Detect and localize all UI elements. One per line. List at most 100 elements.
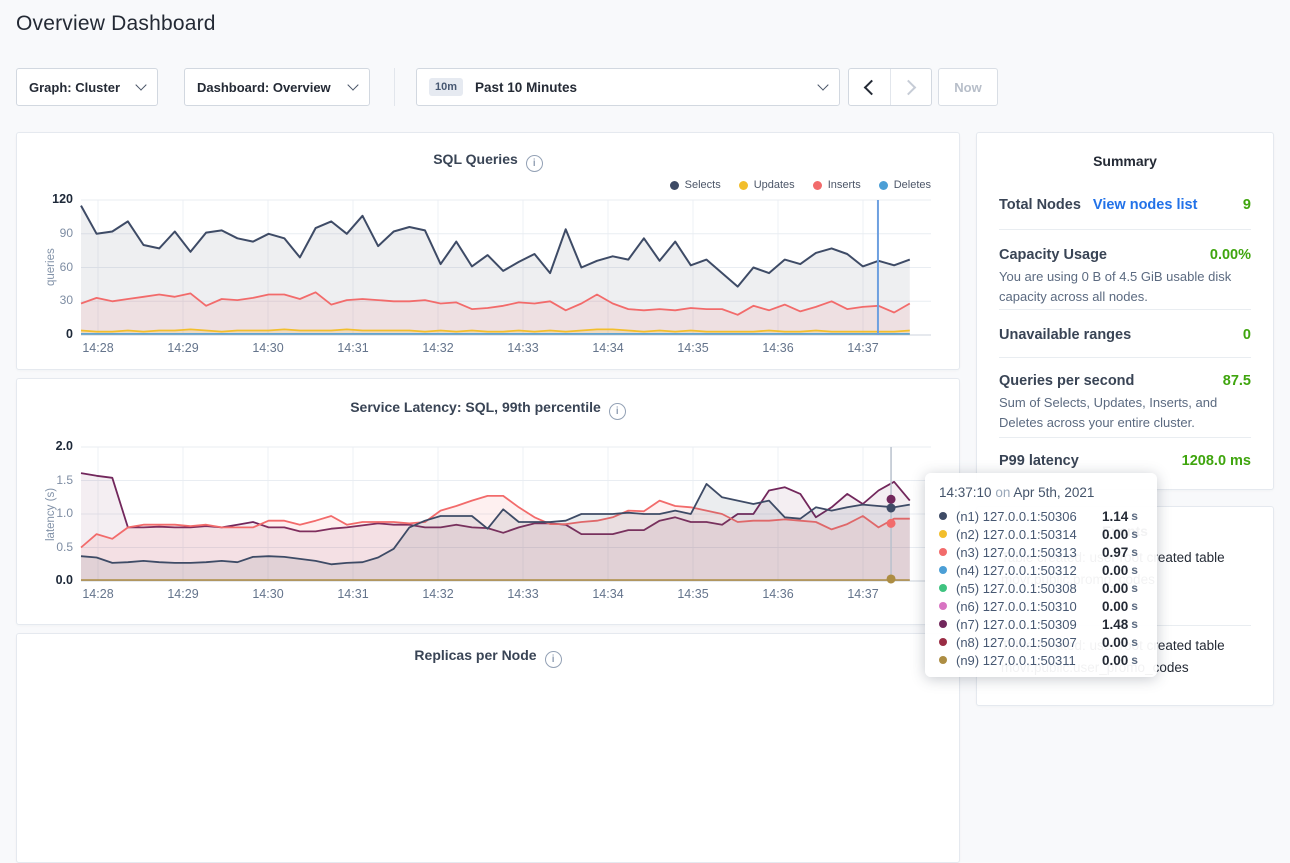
x-axis-tick: 14:37 <box>839 587 887 601</box>
time-pager <box>848 68 932 106</box>
tooltip-row: (n3) 127.0.0.1:503130.97s <box>939 543 1143 561</box>
x-axis-tick: 14:28 <box>74 341 122 355</box>
sql-queries-plot[interactable]: 030609012014:2814:2914:3014:3114:3214:33… <box>81 200 931 335</box>
legend-item-deletes[interactable]: Deletes <box>879 179 931 191</box>
now-button[interactable]: Now <box>938 68 998 106</box>
chevron-down-icon <box>347 79 358 90</box>
x-axis-tick: 14:35 <box>669 587 717 601</box>
x-axis-tick: 14:33 <box>499 587 547 601</box>
summary-row-p99: P99 latency 1208.0 ms <box>999 453 1251 469</box>
time-range-dropdown[interactable]: 10m Past 10 Minutes <box>416 68 840 106</box>
x-axis-tick: 14:31 <box>329 587 377 601</box>
chevron-down-icon <box>135 79 146 90</box>
page-title: Overview Dashboard <box>16 12 216 36</box>
chevron-right-icon <box>901 79 917 95</box>
service-latency-card: Service Latency: SQL, 99th percentile la… <box>16 378 960 625</box>
tooltip-date: Apr 5th, 2021 <box>1013 485 1094 500</box>
info-icon[interactable] <box>545 651 562 668</box>
tooltip-unit: s <box>1131 509 1138 523</box>
tooltip-node-label: (n4) 127.0.0.1:50312 <box>956 563 1102 578</box>
toolbar-divider <box>394 68 395 106</box>
tooltip-node-label: (n7) 127.0.0.1:50309 <box>956 617 1102 632</box>
tooltip-header: 14:37:10 on Apr 5th, 2021 <box>939 485 1143 500</box>
summary-label: Total Nodes <box>999 197 1081 213</box>
tooltip-value: 0.00 <box>1102 635 1128 650</box>
time-prev-button[interactable] <box>849 69 890 105</box>
tooltip-value: 0.00 <box>1102 653 1128 668</box>
hover-tooltip: 14:37:10 on Apr 5th, 2021 (n1) 127.0.0.1… <box>925 473 1157 677</box>
summary-label: Queries per second <box>999 373 1134 389</box>
tooltip-row: (n4) 127.0.0.1:503120.00s <box>939 561 1143 579</box>
summary-divider <box>999 357 1251 358</box>
legend-dot-icon <box>813 181 822 190</box>
x-axis-tick: 14:32 <box>414 341 462 355</box>
time-range-label: Past 10 Minutes <box>475 80 809 95</box>
legend-item-updates[interactable]: Updates <box>739 179 795 191</box>
summary-description: You are using 0 B of 4.5 GiB usable disk… <box>999 267 1247 307</box>
summary-row-capacity: Capacity Usage 0.00% <box>999 247 1251 263</box>
time-range-badge: 10m <box>429 78 463 96</box>
time-next-button[interactable] <box>891 69 932 105</box>
tooltip-row: (n8) 127.0.0.1:503070.00s <box>939 633 1143 651</box>
tooltip-value: 0.00 <box>1102 599 1128 614</box>
graph-dropdown[interactable]: Graph: Cluster <box>16 68 158 106</box>
legend-item-inserts[interactable]: Inserts <box>813 179 861 191</box>
series-dot-icon <box>939 602 947 610</box>
y-axis-tick: 2.0 <box>27 439 73 453</box>
legend-item-selects[interactable]: Selects <box>670 179 721 191</box>
tooltip-value: 0.97 <box>1102 545 1128 560</box>
series-dot-icon <box>939 530 947 538</box>
dashboard-dropdown[interactable]: Dashboard: Overview <box>184 68 370 106</box>
series-dot-icon <box>939 584 947 592</box>
summary-divider <box>999 437 1251 438</box>
summary-row-total-nodes: Total Nodes View nodes list 9 <box>999 197 1251 213</box>
sql-queries-card: SQL Queries SelectsUpdatesInsertsDeletes… <box>16 132 960 370</box>
series-dot-icon <box>939 656 947 664</box>
replicas-per-node-card: Replicas per Node <box>16 633 960 863</box>
tooltip-unit: s <box>1131 545 1138 559</box>
x-axis-tick: 14:29 <box>159 341 207 355</box>
series-dot-icon <box>939 638 947 646</box>
y-axis-tick: 0.0 <box>27 573 73 587</box>
series-dot-icon <box>939 548 947 556</box>
view-nodes-list-link[interactable]: View nodes list <box>1093 197 1198 213</box>
x-axis-tick: 14:29 <box>159 587 207 601</box>
summary-value: 1208.0 ms <box>1182 453 1251 469</box>
service-latency-plot[interactable]: 0.00.51.01.52.014:2814:2914:3014:3114:32… <box>81 447 931 581</box>
x-axis-tick: 14:37 <box>839 341 887 355</box>
tooltip-value: 1.14 <box>1102 509 1128 524</box>
x-axis-tick: 14:30 <box>244 341 292 355</box>
chart-title: Service Latency: SQL, 99th percentile <box>350 399 601 415</box>
tooltip-node-label: (n8) 127.0.0.1:50307 <box>956 635 1102 650</box>
summary-value: 0.00% <box>1210 247 1251 263</box>
tooltip-unit: s <box>1131 563 1138 577</box>
legend-label: Inserts <box>828 179 861 191</box>
x-axis-tick: 14:34 <box>584 587 632 601</box>
y-axis-tick: 60 <box>27 260 73 274</box>
tooltip-node-label: (n6) 127.0.0.1:50310 <box>956 599 1102 614</box>
tooltip-unit: s <box>1131 581 1138 595</box>
y-axis-tick: 1.5 <box>27 473 73 487</box>
tooltip-unit: s <box>1131 635 1138 649</box>
series-dot-icon <box>939 512 947 520</box>
series-dot-icon <box>939 620 947 628</box>
tooltip-node-label: (n9) 127.0.0.1:50311 <box>956 653 1102 668</box>
dashboard-dropdown-label: Dashboard: Overview <box>197 80 331 95</box>
tooltip-value: 1.48 <box>1102 617 1128 632</box>
y-axis-tick: 1.0 <box>27 506 73 520</box>
hover-dot <box>887 519 896 528</box>
info-icon[interactable] <box>526 155 543 172</box>
hover-dot <box>887 503 896 512</box>
x-axis-tick: 14:30 <box>244 587 292 601</box>
info-icon[interactable] <box>609 403 626 420</box>
legend-dot-icon <box>879 181 888 190</box>
tooltip-row: (n6) 127.0.0.1:503100.00s <box>939 597 1143 615</box>
graph-dropdown-label: Graph: Cluster <box>29 80 120 95</box>
y-axis-tick: 120 <box>27 192 73 206</box>
chart-title: Replicas per Node <box>414 647 536 663</box>
overview-dashboard-page: Overview Dashboard Graph: Cluster Dashbo… <box>0 0 1290 689</box>
tooltip-node-label: (n2) 127.0.0.1:50314 <box>956 527 1102 542</box>
chart-legend: Selects Updates Inserts Deletes <box>670 179 931 191</box>
summary-value: 87.5 <box>1223 373 1251 389</box>
legend-label: Updates <box>754 179 795 191</box>
